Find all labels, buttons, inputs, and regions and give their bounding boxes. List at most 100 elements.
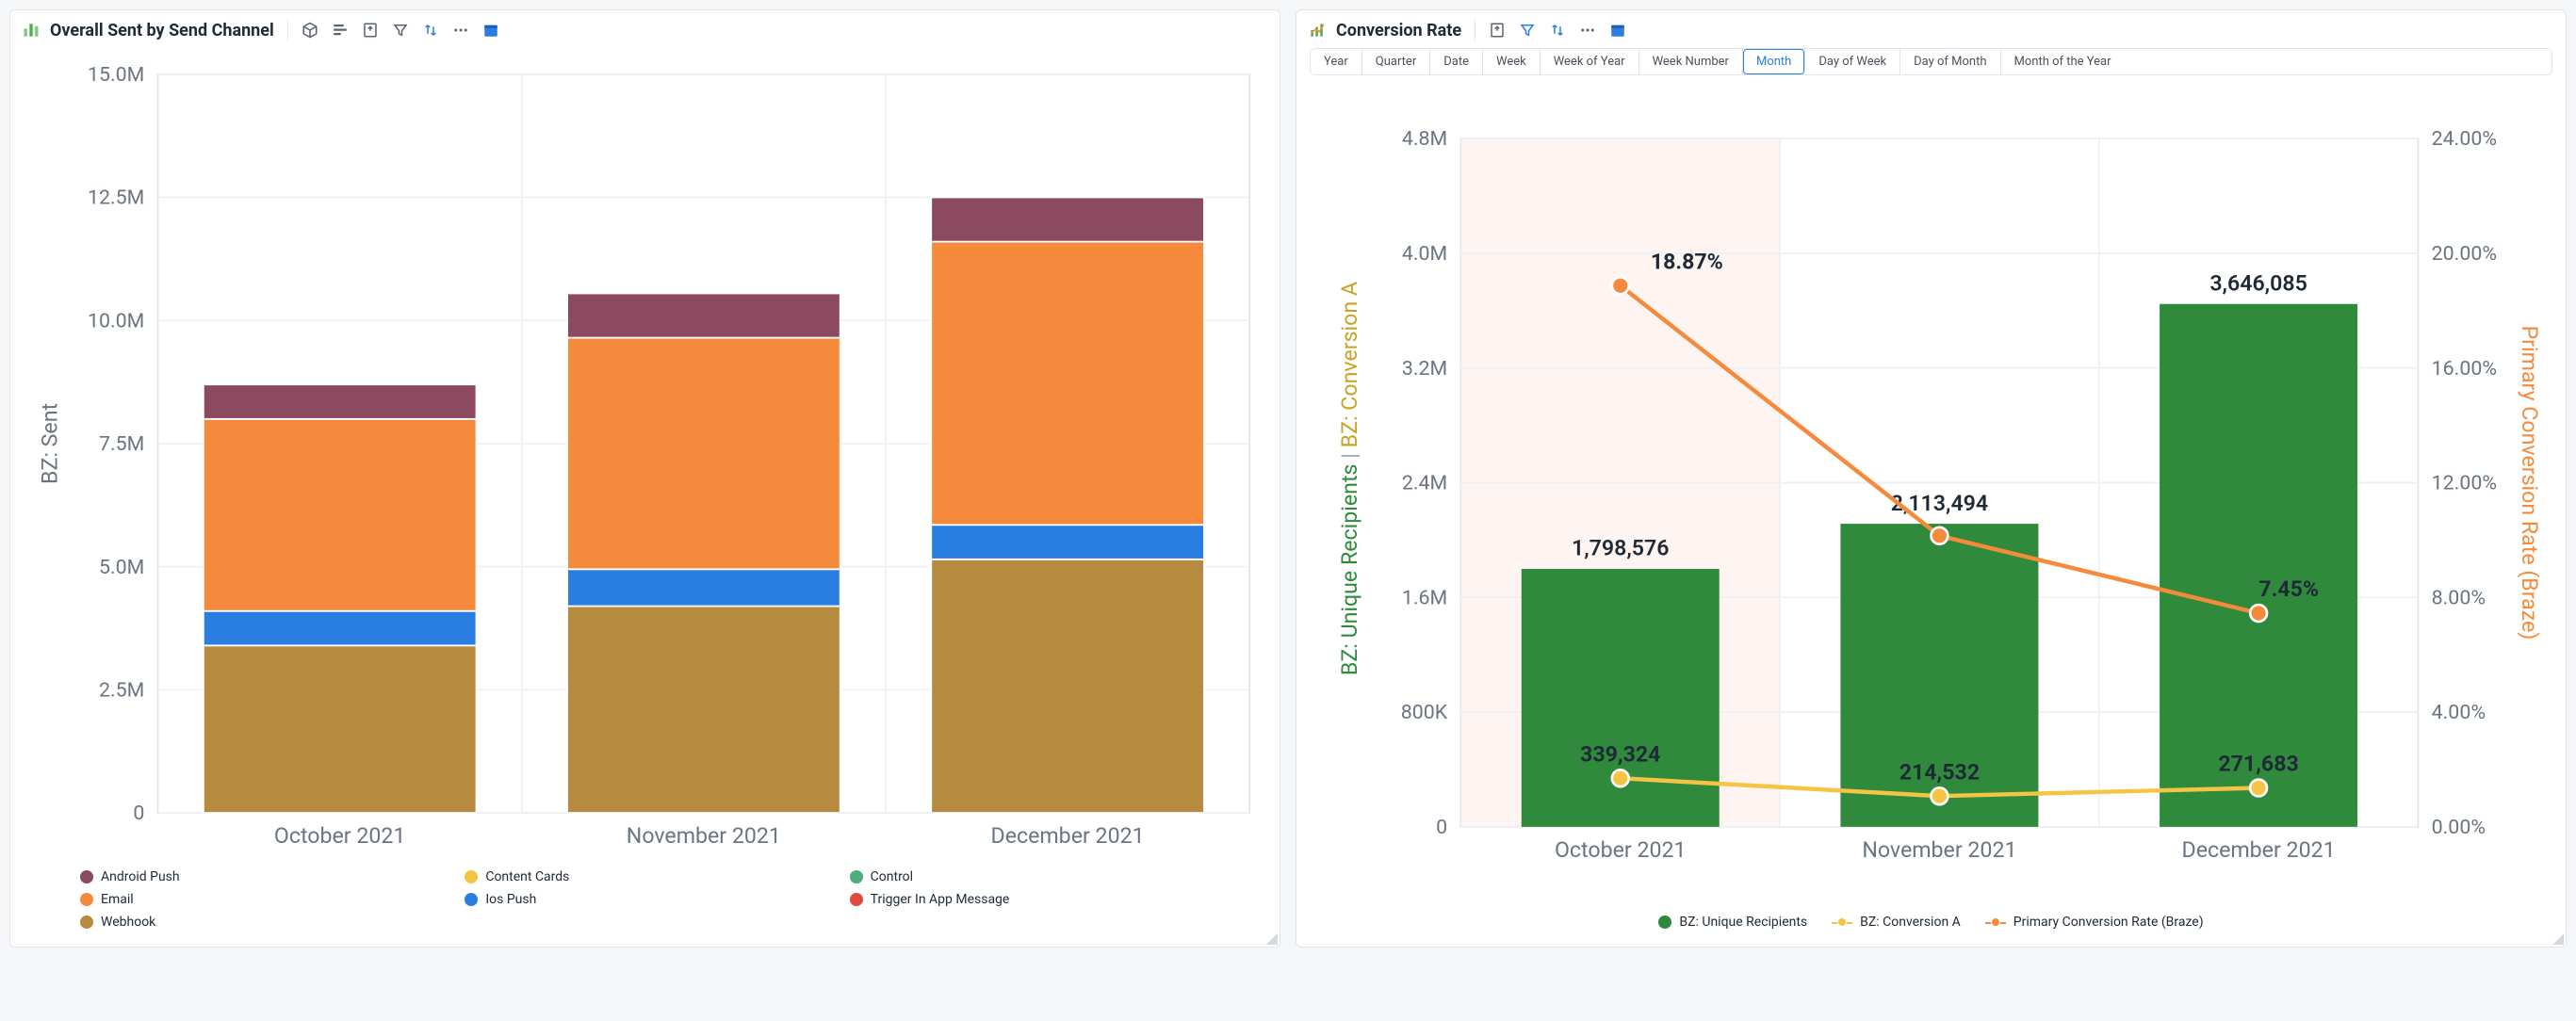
panel-title: Conversion Rate [1336,21,1461,41]
legend-item[interactable]: Primary Conversion Rate (Braze) [1985,915,2204,930]
svg-text:7.45%: 7.45% [2258,576,2319,602]
cube-icon[interactable] [300,20,320,41]
legend-swatch [850,870,863,883]
legend-swatch [1832,916,1852,929]
svg-text:0: 0 [1436,816,1447,839]
legend-swatch [80,916,93,929]
svg-text:November 2021: November 2021 [1862,837,2016,863]
svg-text:271,683: 271,683 [2218,752,2298,777]
dashboard-row: Overall Sent by Send Channel 0 2.5M 5.0M 7.… [9,9,2567,948]
resize-handle-icon[interactable] [2552,933,2564,945]
panel-header: Conversion Rate [1296,10,2566,48]
svg-text:12.00%: 12.00% [2432,472,2497,495]
legend-label: Ios Push [485,892,536,907]
legend-label: Webhook [101,915,155,930]
chart-area-right: 0800K1.6M2.4M3.2M4.0M4.8M0.00%4.00%8.00%… [1296,81,2566,947]
svg-text:5.0M: 5.0M [99,556,144,579]
svg-text:15.0M: 15.0M [88,63,144,87]
granularity-day-of-week[interactable]: Day of Week [1805,49,1900,74]
svg-text:18.87%: 18.87% [1651,249,1723,274]
svg-text:24.00%: 24.00% [2432,127,2497,151]
filter-icon[interactable] [1517,20,1538,41]
svg-text:December 2021: December 2021 [991,823,1145,849]
legend-item[interactable]: Control [850,869,1210,884]
svg-text:3,646,085: 3,646,085 [2209,270,2307,296]
sort-icon[interactable] [420,20,441,41]
panel-overall-sent: Overall Sent by Send Channel 02.5M5.0M7.… [9,9,1280,948]
more-icon[interactable] [1577,20,1598,41]
legend-label: Android Push [101,869,180,884]
legend-label: BZ: Conversion A [1860,915,1961,930]
legend-label: Trigger In App Message [871,892,1010,907]
sort-icon[interactable] [1547,20,1568,41]
export-icon[interactable] [1487,20,1508,41]
svg-text:0.00%: 0.00% [2432,816,2486,839]
legend-item[interactable]: Webhook [80,915,440,930]
legend-item[interactable]: BZ: Unique Recipients [1658,915,1807,930]
svg-text:October 2021: October 2021 [274,823,406,849]
panel-toolbar [287,20,501,41]
granularity-date[interactable]: Date [1430,49,1483,74]
legend-swatch [465,893,478,906]
svg-text:20.00%: 20.00% [2432,242,2497,266]
granularity-week[interactable]: Week [1483,49,1541,74]
panel-title: Overall Sent by Send Channel [50,21,274,41]
legend-label: BZ: Unique Recipients [1679,915,1807,930]
legend-label: Content Cards [485,869,569,884]
svg-text:16.00%: 16.00% [2432,357,2497,381]
panel-toolbar [1475,20,1628,41]
svg-text:2.5M: 2.5M [99,679,144,703]
granularity-quarter[interactable]: Quarter [1362,49,1430,74]
legend-item[interactable]: BZ: Conversion A [1832,915,1961,930]
calendar-icon[interactable] [1607,20,1628,41]
svg-text:October 2021: October 2021 [1555,837,1687,863]
legend-swatch [850,893,863,906]
svg-text:BZ: Sent: BZ: Sent [38,403,63,484]
legend-label: Primary Conversion Rate (Braze) [2014,915,2204,930]
svg-text:Primary Conversion Rate (Braze: Primary Conversion Rate (Braze) [2517,326,2542,640]
stacked-bar-chart: 02.5M5.0M7.5M10.0M12.5M15.0MOctober 2021… [24,57,1266,864]
svg-text:339,324: 339,324 [1580,741,1660,767]
panel-conversion-rate: Conversion Rate YearQuarterDateWeekWeek … [1296,9,2567,948]
granularity-month[interactable]: Month [1743,49,1805,74]
svg-text:December 2021: December 2021 [2182,837,2336,863]
svg-text:4.8M: 4.8M [1402,127,1447,151]
more-icon[interactable] [450,20,471,41]
legend-swatch [80,870,93,883]
legend-swatch [80,893,93,906]
svg-text:214,532: 214,532 [1899,759,1980,785]
svg-text:1.6M: 1.6M [1402,586,1447,609]
svg-text:1,798,576: 1,798,576 [1572,536,1669,561]
granularity-year[interactable]: Year [1311,49,1362,74]
resize-handle-icon[interactable] [1266,933,1278,945]
svg-text:4.0M: 4.0M [1402,242,1447,266]
legend-item[interactable]: Content Cards [465,869,824,884]
legend-item[interactable]: Trigger In App Message [850,892,1210,907]
horizontal-bars-icon[interactable] [330,20,351,41]
svg-text:4.00%: 4.00% [2432,701,2486,724]
export-icon[interactable] [360,20,381,41]
svg-text:800K: 800K [1401,701,1448,724]
filter-icon[interactable] [390,20,411,41]
svg-text:8.00%: 8.00% [2432,586,2486,609]
calendar-icon[interactable] [481,20,501,41]
legend-swatch [1658,916,1671,929]
panel-header: Overall Sent by Send Channel [10,10,1280,48]
granularity-bar: YearQuarterDateWeekWeek of YearWeek Numb… [1310,48,2552,75]
legend-item[interactable]: Email [80,892,440,907]
bar-chart-icon [22,21,41,40]
svg-text:12.5M: 12.5M [88,186,144,210]
granularity-month-of-the-year[interactable]: Month of the Year [2001,49,2125,74]
svg-text:0: 0 [133,802,144,825]
granularity-week-number[interactable]: Week Number [1639,49,1743,74]
legend-item[interactable]: Ios Push [465,892,824,907]
svg-text:10.0M: 10.0M [88,309,144,332]
granularity-day-of-month[interactable]: Day of Month [1900,49,2000,74]
combo-chart-icon [1308,21,1327,40]
svg-text:BZ: Unique Recipients | BZ: Co: BZ: Unique Recipients | BZ: Conversion A [1337,282,1362,675]
granularity-week-of-year[interactable]: Week of Year [1541,49,1639,74]
combo-chart: 0800K1.6M2.4M3.2M4.0M4.8M0.00%4.00%8.00%… [1310,90,2552,909]
svg-text:2.4M: 2.4M [1402,472,1447,495]
legend-label: Control [871,869,913,884]
legend-item[interactable]: Android Push [80,869,440,884]
